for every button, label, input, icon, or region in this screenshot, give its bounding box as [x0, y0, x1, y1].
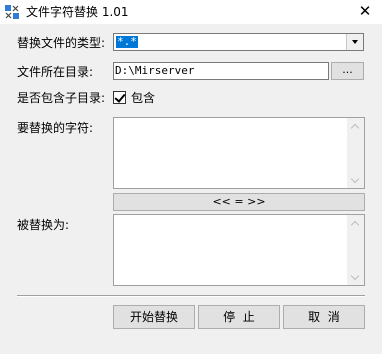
title-bar: 文件字符替换 1.01 ✕ — [0, 0, 382, 24]
start-replace-button[interactable]: 开始替换 — [113, 305, 195, 329]
file-type-combo[interactable]: *.* — [113, 33, 364, 51]
file-type-label: 替换文件的类型: — [17, 36, 106, 50]
divider — [17, 295, 365, 297]
file-type-value: *.* — [116, 35, 138, 48]
scrollbar[interactable] — [347, 118, 364, 188]
cancel-button[interactable]: 取 消 — [283, 305, 365, 329]
search-text-label: 要替换的字符: — [17, 121, 94, 135]
chevron-down-icon[interactable] — [346, 34, 363, 50]
subdir-label: 是否包含子目录: — [17, 91, 106, 105]
subdir-checkbox[interactable] — [113, 91, 126, 104]
browse-button[interactable]: ... — [331, 62, 364, 80]
search-textarea[interactable] — [113, 117, 365, 189]
swap-button[interactable]: << = >> — [113, 193, 365, 211]
replace-textarea[interactable] — [113, 214, 365, 286]
close-button[interactable]: ✕ — [348, 0, 382, 24]
subdir-checkbox-label[interactable]: 包含 — [131, 91, 155, 105]
window-title: 文件字符替换 1.01 — [26, 5, 129, 19]
directory-input[interactable]: D:\Mirserver — [113, 62, 329, 80]
app-icon — [4, 4, 20, 20]
scroll-up-icon[interactable] — [351, 219, 359, 227]
directory-label: 文件所在目录: — [17, 65, 94, 79]
scroll-down-icon[interactable] — [351, 273, 359, 281]
scrollbar[interactable] — [347, 215, 364, 285]
stop-button[interactable]: 停 止 — [198, 305, 280, 329]
scroll-down-icon[interactable] — [351, 176, 359, 184]
replace-text-label: 被替换为: — [17, 218, 70, 232]
scroll-up-icon[interactable] — [351, 122, 359, 130]
